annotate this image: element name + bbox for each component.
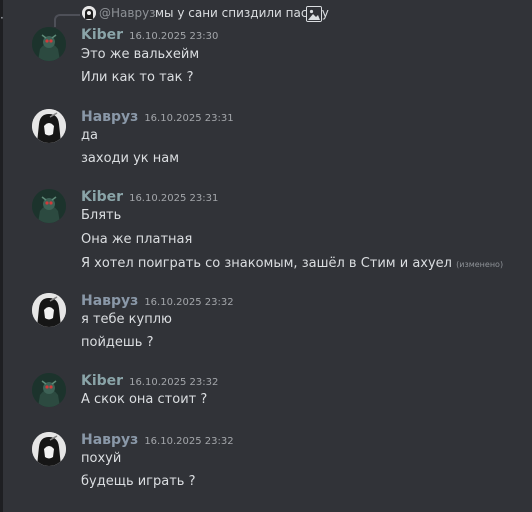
kiber-avatar[interactable] — [32, 189, 66, 223]
message-timestamp[interactable]: 16.10.2025 23:32 — [144, 436, 233, 447]
image-attachment-icon — [306, 6, 322, 22]
message-author[interactable]: Kiber — [81, 189, 123, 205]
message-text: похуй — [81, 451, 122, 466]
message-author[interactable]: Kiber — [81, 27, 123, 43]
message-group: Kiber 16.10.2025 23:31 Блять Она же плат… — [0, 188, 532, 274]
message-text: Блять — [81, 208, 122, 223]
message-timestamp[interactable]: 16.10.2025 23:31 — [129, 193, 218, 204]
navruz-avatar[interactable] — [32, 109, 66, 143]
reply-author[interactable]: @Навруз — [99, 6, 156, 20]
message-timestamp[interactable]: 16.10.2025 23:30 — [129, 31, 218, 42]
message-text: я тебе куплю — [81, 312, 172, 327]
message-group: Навруз 16.10.2025 23:32 похуй будещь игр… — [0, 431, 532, 497]
panel-edge-marker: · — [0, 11, 4, 25]
reply-avatar[interactable] — [82, 6, 96, 20]
navruz-avatar[interactable] — [32, 432, 66, 466]
edited-label: (изменено) — [456, 260, 504, 269]
message-author[interactable]: Навруз — [81, 293, 138, 309]
message-group: Навруз 16.10.2025 23:32 я тебе куплю пой… — [0, 292, 532, 358]
kiber-avatar[interactable] — [32, 373, 66, 407]
message-text: Это же вальхейм — [81, 47, 200, 62]
message-text: да — [81, 128, 98, 143]
navruz-avatar[interactable] — [32, 293, 66, 327]
message-text: А скок она стоит ? — [81, 392, 208, 407]
message-text-edited: Я хотел поиграть со знакомым, зашёл в Ст… — [81, 256, 503, 271]
kiber-avatar[interactable] — [32, 27, 66, 61]
message-group: Kiber 16.10.2025 23:30 Это же вальхейм И… — [0, 26, 532, 96]
message-text: Я хотел поиграть со знакомым, зашёл в Ст… — [81, 256, 452, 271]
message-author[interactable]: Навруз — [81, 109, 138, 125]
message-author[interactable]: Kiber — [81, 373, 123, 389]
message-text: Она же платная — [81, 232, 193, 247]
message-text: Или как то так ? — [81, 70, 194, 85]
message-text: будещь играть ? — [81, 474, 196, 489]
message-author[interactable]: Навруз — [81, 432, 138, 448]
reply-text[interactable]: мы у сани спиздили паську — [155, 6, 329, 20]
message-text: заходи ук нам — [81, 151, 180, 166]
message-timestamp[interactable]: 16.10.2025 23:31 — [144, 113, 233, 124]
message-text: пойдешь ? — [81, 335, 154, 350]
message-group: Навруз 16.10.2025 23:31 да заходи ук нам — [0, 108, 532, 172]
message-timestamp[interactable]: 16.10.2025 23:32 — [144, 297, 233, 308]
message-group: Kiber 16.10.2025 23:32 А скок она стоит … — [0, 372, 532, 416]
message-timestamp[interactable]: 16.10.2025 23:32 — [129, 377, 218, 388]
